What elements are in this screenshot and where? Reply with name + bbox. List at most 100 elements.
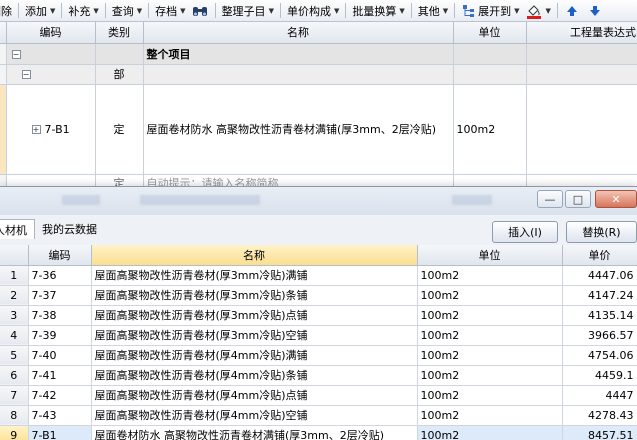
price-cell[interactable]: 3966.57 [562,325,637,346]
arrow-up-icon [564,3,580,19]
code-cell[interactable]: 7-40 [28,345,92,366]
price-cell[interactable]: 4278.43 [562,405,637,426]
code-cell[interactable]: − [6,43,96,65]
code-cell[interactable]: 7-B1 [28,425,92,440]
blurred-title-fragment [452,195,492,205]
close-button[interactable]: ✕ [595,190,637,208]
table-row-selected[interactable]: 9 7-B1 屋面卷材防水 高聚物改性沥青卷材满铺(厚3mm、2层冷贴) 100… [0,425,637,440]
column-header-unit-price[interactable]: 单价 [562,245,637,266]
fill-color-button[interactable]: ▼ [523,1,554,21]
expand-icon[interactable]: + [31,125,41,134]
price-cell[interactable]: 4447.06 [562,265,637,286]
column-header-type[interactable]: 类别 [95,22,144,44]
tab-labor-material-machine[interactable]: 人材机 [0,219,35,239]
unit-cell[interactable] [453,64,527,85]
replace-button[interactable]: 替换(R) [566,221,637,243]
supplement-menu[interactable]: 补充 ▼ [65,1,101,21]
unit-cell[interactable]: 100m2 [417,305,563,326]
name-cell[interactable]: 屋面高聚物改性沥青卷材(厚4mm冷贴)条铺 [91,365,418,386]
unit-cell[interactable]: 100m2 [417,365,563,386]
unit-cell[interactable] [453,43,527,65]
column-header-unit[interactable]: 单位 [417,245,563,266]
name-cell[interactable]: 屋面高聚物改性沥青卷材(厚4mm冷贴)点铺 [91,385,418,406]
query-menu[interactable]: 查询 ▼ [109,1,145,21]
unit-cell[interactable]: 100m2 [417,325,563,346]
find-button[interactable] [189,1,212,21]
name-cell[interactable]: 屋面卷材防水 高聚物改性沥青卷材满铺(厚3mm、2层冷贴) [143,84,454,175]
unit-cell[interactable]: 100m2 [453,84,527,175]
code-cell[interactable]: 7-39 [28,325,92,346]
organize-items-menu[interactable]: 整理子目 ▼ [219,1,277,21]
quantity-cell[interactable] [526,84,637,175]
table-row[interactable]: 1 7-36 屋面高聚物改性沥青卷材(厚3mm冷贴)满铺 100m2 4447.… [0,265,637,286]
table-row[interactable]: +7-B1 定 屋面卷材防水 高聚物改性沥青卷材满铺(厚3mm、2层冷贴) 10… [0,84,637,175]
table-row[interactable]: 3 7-38 屋面高聚物改性沥青卷材(厚3mm冷贴)点铺 100m2 4135.… [0,305,637,326]
name-cell[interactable]: 屋面高聚物改性沥青卷材(厚4mm冷贴)满铺 [91,345,418,366]
organize-items-label: 整理子目 [221,4,266,18]
type-cell[interactable]: 定 [95,84,144,175]
unit-cell[interactable]: 100m2 [417,265,563,286]
dialog-title-bar[interactable]: — □ ✕ [0,187,637,215]
type-cell[interactable]: 部 [95,64,144,85]
type-cell[interactable] [95,43,144,65]
price-cell[interactable]: 4147.24 [562,285,637,306]
name-cell[interactable]: 屋面高聚物改性沥青卷材(厚3mm冷贴)空铺 [91,325,418,346]
name-cell[interactable]: 屋面高聚物改性沥青卷材(厚3mm冷贴)条铺 [91,285,418,306]
name-cell[interactable]: 屋面高聚物改性沥青卷材(厚3mm冷贴)点铺 [91,305,418,326]
table-row[interactable]: 5 7-40 屋面高聚物改性沥青卷材(厚4mm冷贴)满铺 100m2 4754.… [0,345,637,366]
batch-convert-menu[interactable]: 批量换算 ▼ [349,1,407,21]
price-cell[interactable]: 4135.14 [562,305,637,326]
unit-cell[interactable]: 100m2 [417,425,563,440]
move-down-button[interactable] [584,1,607,21]
expand-to-menu[interactable]: 展开到 ▼ [458,1,522,21]
table-row[interactable]: − 部 [0,64,637,85]
delete-menu[interactable]: 删除 [0,1,15,21]
unit-cell[interactable]: 100m2 [417,285,563,306]
archive-menu[interactable]: 存档 ▼ [152,1,188,21]
column-header-code[interactable]: 编码 [28,245,92,266]
move-up-button[interactable] [561,1,584,21]
name-cell[interactable] [143,64,454,85]
insert-button[interactable]: 插入(I) [492,221,558,243]
code-cell[interactable]: 7-42 [28,385,92,406]
name-cell[interactable]: 屋面高聚物改性沥青卷材(厚4mm冷贴)空铺 [91,405,418,426]
quantity-cell[interactable] [526,43,637,65]
table-row[interactable]: 2 7-37 屋面高聚物改性沥青卷材(厚3mm冷贴)条铺 100m2 4147.… [0,285,637,306]
unit-cell[interactable]: 100m2 [417,345,563,366]
unit-cell[interactable]: 100m2 [417,405,563,426]
code-cell[interactable]: +7-B1 [6,84,96,175]
add-menu[interactable]: 添加 ▼ [22,1,58,21]
column-header-quantity-expression[interactable]: 工程量表达式 [526,22,637,44]
price-cell[interactable]: 8457.51 [562,425,637,440]
unit-price-menu[interactable]: 单价构成 ▼ [284,1,342,21]
table-row[interactable]: − 整个项目 [0,43,637,65]
quantity-cell[interactable] [526,64,637,85]
tab-my-cloud-data[interactable]: 我的云数据 [35,219,104,239]
name-cell[interactable]: 屋面高聚物改性沥青卷材(厚3mm冷贴)满铺 [91,265,418,286]
name-cell[interactable]: 整个项目 [143,43,454,65]
code-cell[interactable]: 7-41 [28,365,92,386]
code-cell[interactable]: 7-38 [28,305,92,326]
code-cell[interactable]: − [6,64,96,85]
price-cell[interactable]: 4459.1 [562,365,637,386]
minimize-button[interactable]: — [537,190,563,208]
column-header-name[interactable]: 名称 [143,22,454,44]
price-cell[interactable]: 4754.06 [562,345,637,366]
table-row[interactable]: 8 7-43 屋面高聚物改性沥青卷材(厚4mm冷贴)空铺 100m2 4278.… [0,405,637,426]
table-row[interactable]: 4 7-39 屋面高聚物改性沥青卷材(厚3mm冷贴)空铺 100m2 3966.… [0,325,637,346]
table-row[interactable]: 7 7-42 屋面高聚物改性沥青卷材(厚4mm冷贴)点铺 100m2 4447 [0,385,637,406]
code-cell[interactable]: 7-36 [28,265,92,286]
other-menu[interactable]: 其他 ▼ [415,1,451,21]
unit-cell[interactable]: 100m2 [417,385,563,406]
column-header-code[interactable]: 编码 [6,22,96,44]
maximize-button[interactable]: □ [565,190,591,208]
collapse-icon[interactable]: − [21,70,31,79]
code-cell[interactable]: 7-37 [28,285,92,306]
code-cell[interactable]: 7-43 [28,405,92,426]
column-header-unit[interactable]: 单位 [453,22,527,44]
collapse-icon[interactable]: − [11,49,21,59]
table-row[interactable]: 6 7-41 屋面高聚物改性沥青卷材(厚4mm冷贴)条铺 100m2 4459.… [0,365,637,386]
name-cell[interactable]: 屋面卷材防水 高聚物改性沥青卷材满铺(厚3mm、2层冷贴) [91,425,418,440]
price-cell[interactable]: 4447 [562,385,637,406]
column-header-name[interactable]: 名称 [91,245,418,266]
